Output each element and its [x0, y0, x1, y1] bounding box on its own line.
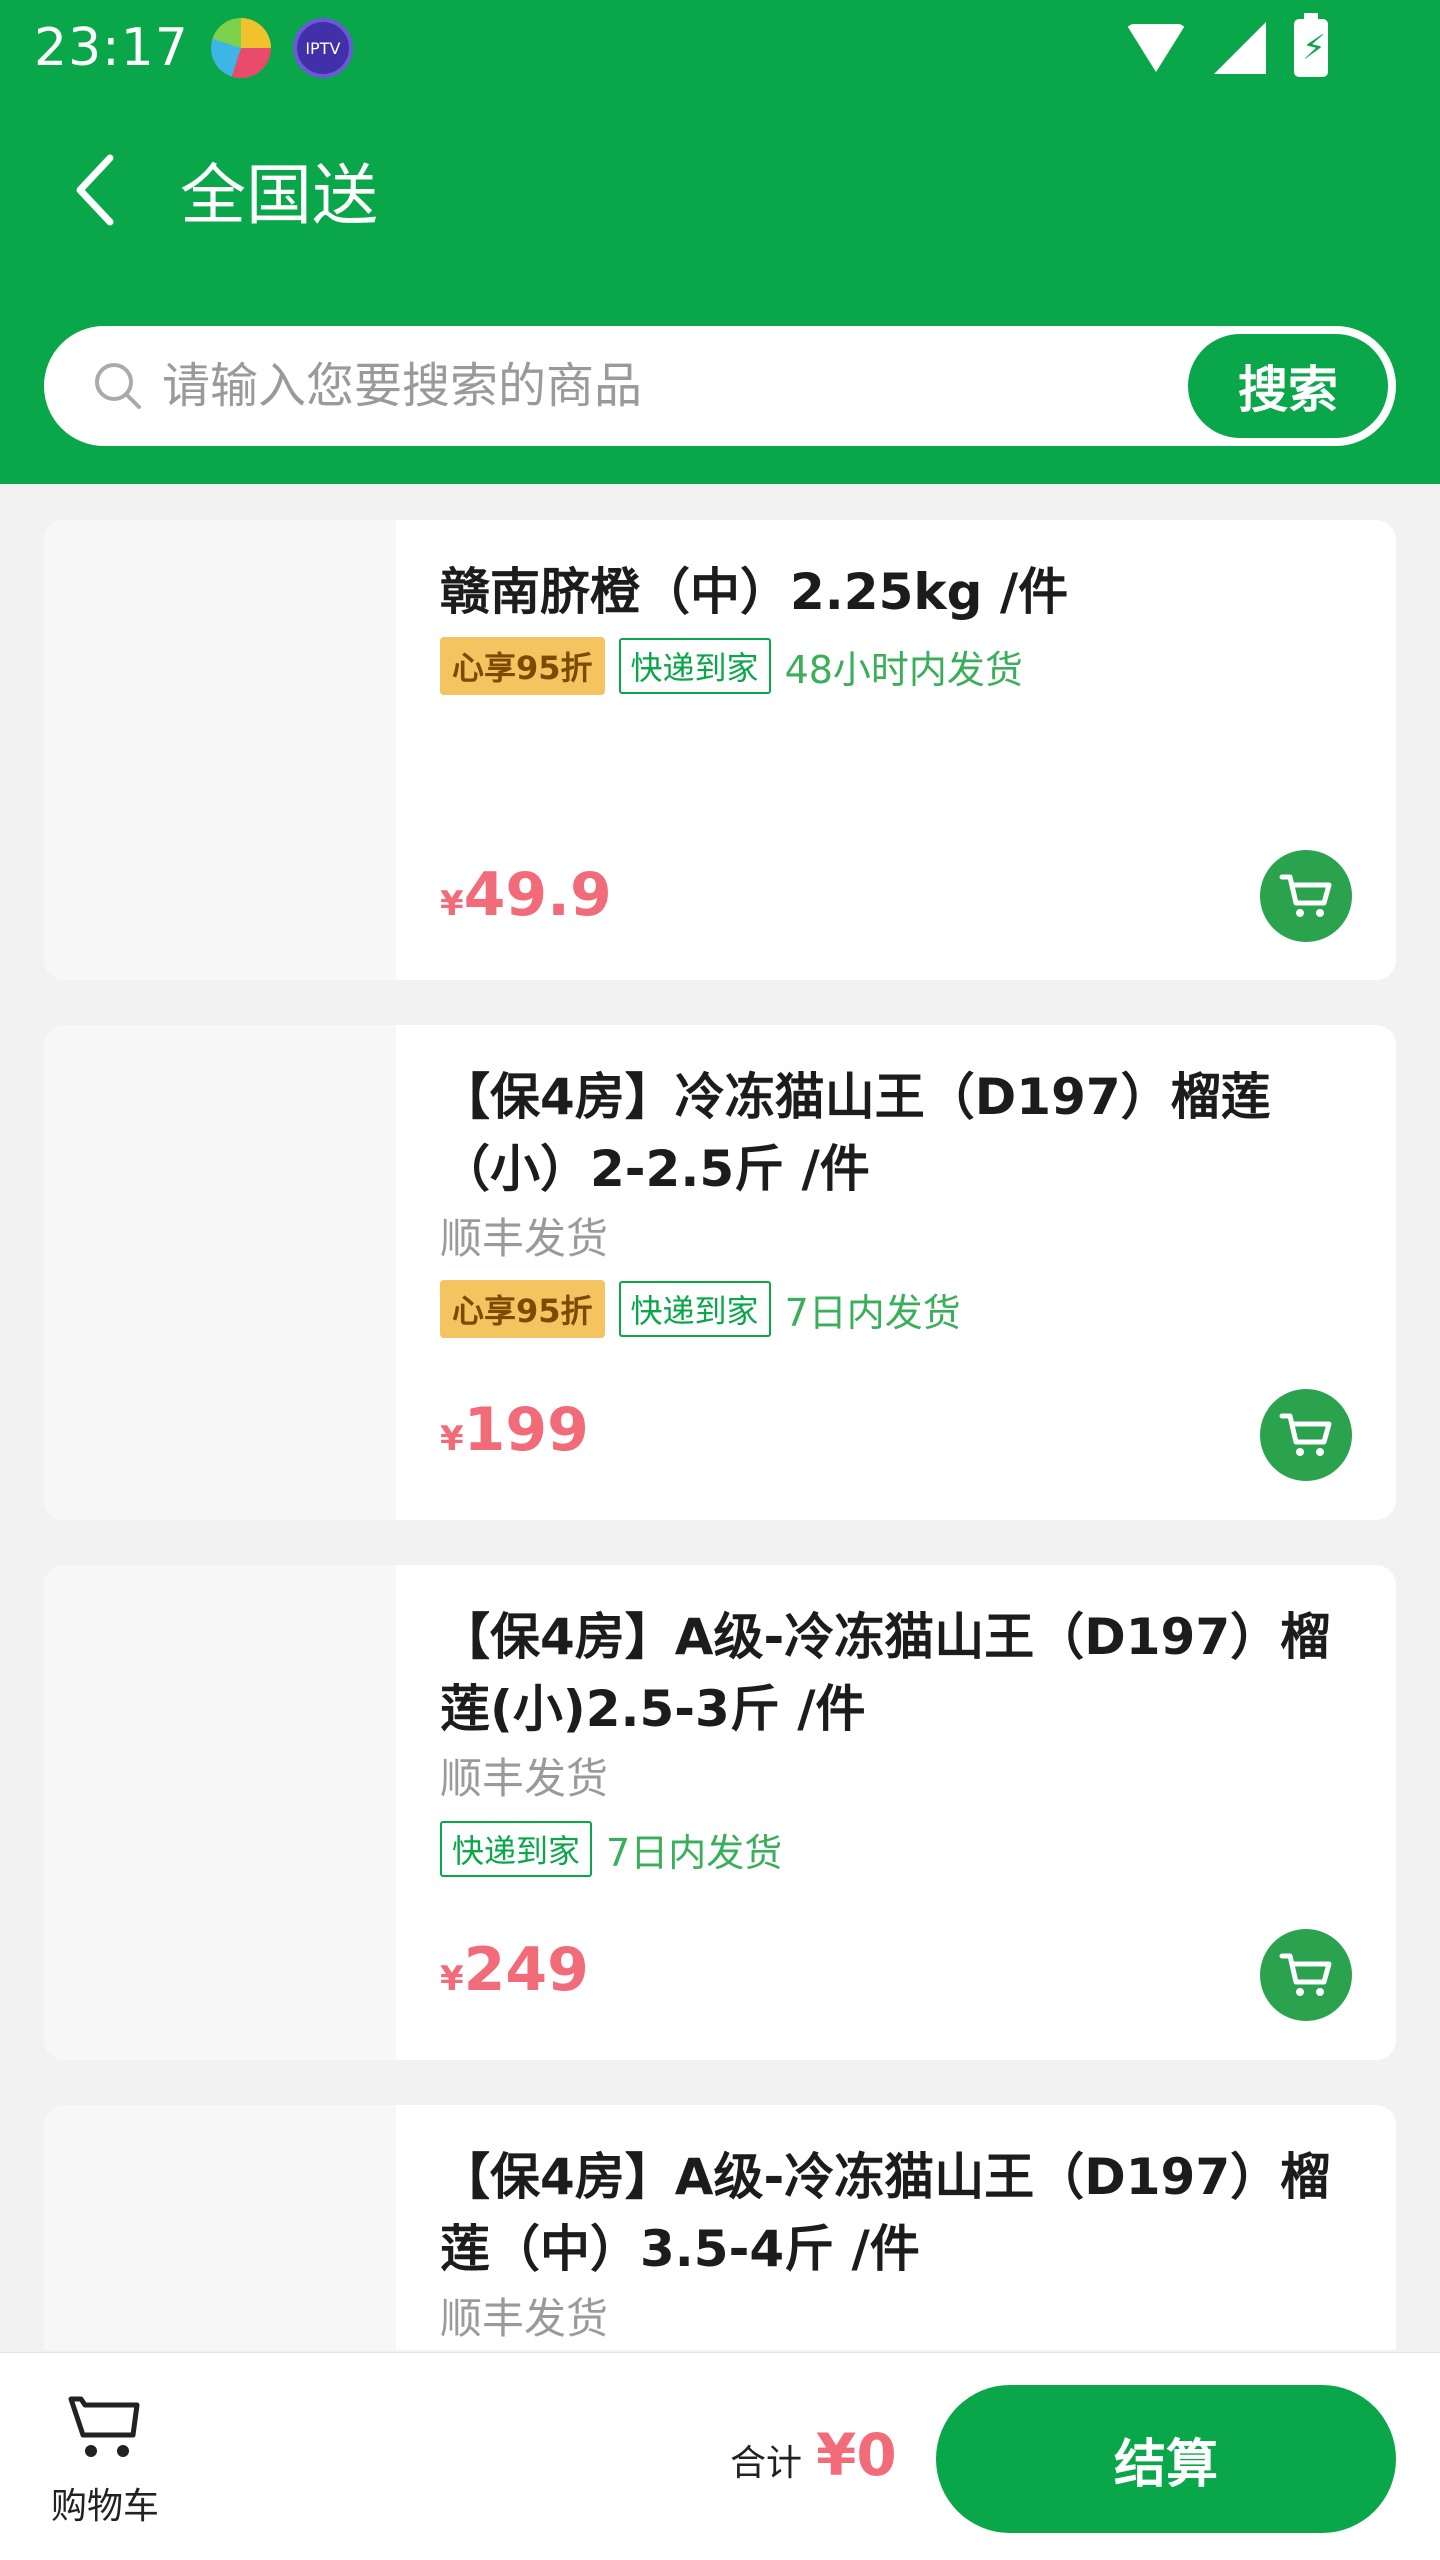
product-list[interactable]: 赣南脐橙（中）2.25kg /件 心享95折 快递到家 48小时内发货 ¥49.… [44, 520, 1396, 2350]
search-input[interactable] [162, 358, 1122, 414]
product-card[interactable]: 赣南脐橙（中）2.25kg /件 心享95折 快递到家 48小时内发货 ¥49.… [44, 520, 1396, 980]
battery-charging-icon: ⚡ [1294, 13, 1328, 77]
price-value: 49.9 [463, 860, 612, 930]
cart-tab[interactable]: 购物车 [40, 2393, 170, 2529]
status-bar: 23:17 IPTV ⚡ [0, 0, 1440, 96]
currency-symbol: ¥ [440, 1959, 464, 1999]
search-icon [95, 363, 141, 409]
ship-time: 7日内发货 [606, 1830, 783, 1875]
signal-icon [1214, 22, 1266, 74]
shopping-cart-icon [68, 2396, 140, 2457]
cart-icon [1279, 1413, 1332, 1456]
shipping-note: 顺丰发货 [440, 1214, 609, 1263]
express-tag: 快递到家 [618, 638, 771, 694]
bottom-checkout-bar: 购物车 合计 ¥ 0 结算 [0, 2352, 1440, 2560]
product-price: ¥199 [440, 1395, 589, 1465]
express-tag: 快递到家 [440, 1821, 593, 1877]
ship-time: 48小时内发货 [784, 647, 1023, 692]
add-to-cart-button[interactable] [1260, 850, 1352, 942]
discount-tag: 心享95折 [440, 637, 605, 695]
chevron-left-icon[interactable] [50, 145, 140, 235]
search-button[interactable]: 搜索 [1188, 334, 1388, 438]
product-image[interactable] [44, 1025, 396, 1520]
product-price: ¥249 [440, 1935, 589, 2005]
total-value: 0 [856, 2421, 897, 2489]
product-card[interactable]: 【保4房】冷冻猫山王（D197）榴莲（小）2-2.5斤 /件 顺丰发货 心享95… [44, 1025, 1396, 1520]
product-name: 【保4房】A级-冷冻猫山王（D197）榴莲(小)2.5-3斤 /件 [440, 1608, 1331, 1738]
add-to-cart-button[interactable] [1260, 1929, 1352, 2021]
iptv-app-icon: IPTV [292, 18, 353, 78]
shipping-note: 顺丰发货 [440, 1754, 609, 1803]
product-name: 【保4房】A级-冷冻猫山王（D197）榴莲（中）3.5-4斤 /件 [440, 2148, 1331, 2278]
app-header: 23:17 IPTV ⚡ 全国送 搜索 [0, 0, 1440, 484]
title-bar: 全国送 [0, 130, 1440, 250]
page-title: 全国送 [180, 157, 378, 234]
product-image[interactable] [44, 2105, 396, 2350]
cart-icon [1279, 1953, 1332, 1996]
search-bar: 搜索 [44, 326, 1396, 446]
product-image[interactable] [44, 520, 396, 980]
product-card[interactable]: 【保4房】A级-冷冻猫山王（D197）榴莲(小)2.5-3斤 /件 顺丰发货 快… [44, 1565, 1396, 2060]
product-price: ¥49.9 [440, 860, 612, 930]
product-name: 【保4房】冷冻猫山王（D197）榴莲（小）2-2.5斤 /件 [440, 1068, 1271, 1198]
browser-app-icon [210, 18, 271, 78]
cart-icon [1279, 874, 1332, 917]
product-image[interactable] [44, 1565, 396, 2060]
checkout-button[interactable]: 结算 [936, 2385, 1396, 2533]
status-time: 23:17 [34, 18, 189, 78]
product-name: 赣南脐橙（中）2.25kg /件 [440, 563, 1069, 621]
shipping-note: 顺丰发货 [440, 2294, 609, 2343]
total-currency: ¥ [816, 2421, 857, 2489]
cart-label: 购物车 [50, 2486, 159, 2527]
currency-symbol: ¥ [440, 884, 464, 924]
express-tag: 快递到家 [618, 1281, 771, 1337]
price-value: 199 [463, 1395, 589, 1465]
wifi-icon [1126, 24, 1186, 72]
discount-tag: 心享95折 [440, 1280, 605, 1338]
ship-time: 7日内发货 [784, 1290, 961, 1335]
product-card[interactable]: 【保4房】A级-冷冻猫山王（D197）榴莲（中）3.5-4斤 /件 顺丰发货 [44, 2105, 1396, 2350]
price-value: 249 [463, 1935, 589, 2005]
order-total: 合计 ¥ 0 [730, 2421, 897, 2489]
currency-symbol: ¥ [440, 1419, 464, 1459]
add-to-cart-button[interactable] [1260, 1389, 1352, 1481]
total-label: 合计 [730, 2443, 803, 2484]
